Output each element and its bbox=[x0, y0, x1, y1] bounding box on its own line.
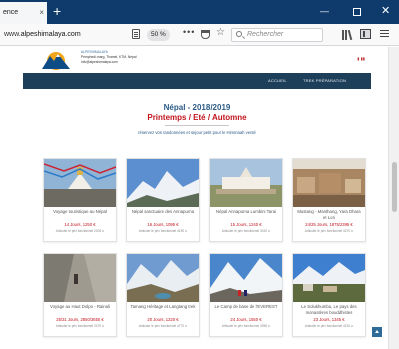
page-subtitle: Printemps / Eté / Automne bbox=[147, 113, 247, 122]
site-header: ALPESHIMALAYA Pemphedi-marg, Thamel, KTM… bbox=[23, 47, 371, 73]
trip-price: 25/31 Jours, 2850/3650 € bbox=[56, 317, 104, 322]
url-bar[interactable]: www.alpeshimalaya.com bbox=[4, 28, 81, 42]
trip-photo-lumbini[interactable] bbox=[210, 159, 282, 207]
trip-card[interactable]: Mustang - Manthang, Yara Dhara et Lori 2… bbox=[292, 158, 366, 242]
nav-item-trek-preparation[interactable]: TREK PRÉPARATION bbox=[303, 73, 346, 89]
contact-email[interactable]: info@alpeshimalaya.com bbox=[81, 60, 136, 65]
trip-card[interactable]: Voyage au Haut Dolpo - Rainali 25/31 Jou… bbox=[43, 253, 117, 337]
trip-price: 14 Jours, 1250 € bbox=[64, 222, 96, 227]
trip-card[interactable]: Le Camp de base de l'EVEREST 24 Jours, 1… bbox=[209, 253, 283, 337]
trip-price: 24/25 Jours, 1875/2395 € bbox=[305, 222, 353, 227]
web-page: ALPESHIMALAYA Pemphedi-marg, Thamel, KTM… bbox=[0, 47, 388, 349]
sidebar-icon[interactable] bbox=[360, 29, 371, 39]
search-input[interactable]: Rechercher bbox=[231, 28, 323, 42]
trip-card[interactable]: Tamang Héritage et Langtang trek 20 Jour… bbox=[126, 253, 200, 337]
trip-photo-annapurna[interactable] bbox=[127, 159, 199, 207]
scrollbar-thumb[interactable] bbox=[392, 162, 397, 212]
tab-close-icon[interactable]: × bbox=[39, 2, 44, 24]
trip-card[interactable]: Le Solukhumbu, Le pays des monastères bo… bbox=[292, 253, 366, 337]
divider bbox=[165, 125, 229, 126]
page-title: Népal - 2018/2019 bbox=[163, 103, 231, 112]
page-scrollbar[interactable] bbox=[388, 47, 399, 349]
minimize-icon[interactable]: — bbox=[320, 4, 329, 18]
trip-note: Articuler le prix fonctionnel 4270 •• bbox=[304, 229, 354, 233]
navigation-toolbar: www.alpeshimalaya.com 50 % ••• ☆ Recherc… bbox=[0, 24, 399, 46]
trip-note: Articuler le prix fonctionnel 2200 •• bbox=[55, 229, 105, 233]
trip-photo-everest[interactable] bbox=[210, 254, 282, 302]
trip-name[interactable]: Mustang - Manthang, Yara Dhara et Lori bbox=[295, 209, 363, 221]
trip-note: Articuler le prix fonctionnel 2470 •• bbox=[55, 324, 105, 328]
trip-note: Articuler le prix fonctionnel 4210 •• bbox=[304, 324, 354, 328]
trip-price: 23 Jours, 1345 € bbox=[313, 317, 345, 322]
trip-photo-mustang[interactable] bbox=[293, 159, 365, 207]
trip-photo-dolpo[interactable] bbox=[44, 254, 116, 302]
language-flags[interactable]: ▮ ▮▮ bbox=[357, 56, 365, 61]
trip-note: Articuler le prix fonctionnel 3310 •• bbox=[221, 229, 271, 233]
scroll-top-icon[interactable] bbox=[372, 327, 382, 337]
trip-price: 15 Jours, 1240 € bbox=[230, 222, 262, 227]
trip-name[interactable]: Népal Annapurna Lumbini Tarai bbox=[212, 209, 280, 221]
pocket-icon[interactable] bbox=[201, 30, 210, 39]
new-tab-plus-icon[interactable]: + bbox=[53, 3, 61, 19]
site-nav: ACCUEIL TREK PRÉPARATION bbox=[23, 73, 371, 89]
bookmark-star-icon[interactable]: ☆ bbox=[216, 27, 225, 38]
trip-name[interactable]: Le Solukhumbu, Le pays des monastères bo… bbox=[295, 304, 363, 316]
menu-icon[interactable] bbox=[380, 30, 389, 31]
maximize-icon[interactable] bbox=[353, 8, 361, 16]
trip-name[interactable]: Tamang Héritage et Langtang trek bbox=[129, 304, 197, 316]
trip-card[interactable]: Voyage touristique au Népal 14 Jours, 12… bbox=[43, 158, 117, 242]
url-prefix: www. bbox=[4, 31, 21, 38]
trip-price: 20 Jours, 1220 € bbox=[147, 317, 179, 322]
trip-photo-solukhumbu[interactable] bbox=[293, 254, 365, 302]
mountain-sun-logo-icon[interactable] bbox=[41, 48, 71, 70]
trip-note: Articuler le prix fonctionnel 4190 •• bbox=[138, 229, 188, 233]
window-titlebar: ence × + — ✕ bbox=[0, 0, 399, 24]
browser-tab[interactable]: ence × bbox=[0, 2, 47, 24]
contact-block: ALPESHIMALAYA Pemphedi-marg, Thamel, KTM… bbox=[81, 50, 136, 66]
trip-note: Articuler le prix fonctionnel 4770 •• bbox=[138, 324, 188, 328]
url-host: alpeshimalaya.com bbox=[20, 31, 81, 38]
trip-card[interactable]: Népal Annapurna Lumbini Tarai 15 Jours, … bbox=[209, 158, 283, 242]
search-placeholder: Rechercher bbox=[247, 31, 284, 38]
reader-view-icon[interactable] bbox=[132, 29, 140, 39]
zoom-level-badge[interactable]: 50 % bbox=[147, 29, 170, 41]
trip-price: 24 Jours, 1550 € bbox=[230, 317, 262, 322]
trip-name[interactable]: Le Camp de base de l'EVEREST bbox=[212, 304, 280, 316]
trip-name[interactable]: Voyage au Haut Dolpo - Rainali bbox=[46, 304, 114, 316]
intro-text: réservez vos randonnées et sejour petit … bbox=[138, 130, 256, 135]
tab-title: ence bbox=[3, 9, 19, 16]
trip-card[interactable]: Népal sanctuaire des Annapurna 16 Jours,… bbox=[126, 158, 200, 242]
library-icon[interactable] bbox=[342, 29, 353, 41]
nav-item-accueil[interactable]: ACCUEIL bbox=[268, 73, 287, 89]
trip-note: Articuler le prix fonctionnel 3950 •• bbox=[221, 324, 271, 328]
trip-photo-stupa[interactable] bbox=[44, 159, 116, 207]
trip-name[interactable]: Népal sanctuaire des Annapurna bbox=[129, 209, 197, 221]
window-close-icon[interactable]: ✕ bbox=[381, 4, 390, 18]
search-icon bbox=[236, 31, 242, 37]
page-actions-icon[interactable]: ••• bbox=[183, 27, 195, 37]
trip-photo-langtang[interactable] bbox=[127, 254, 199, 302]
trip-price: 16 Jours, 1095 € bbox=[147, 222, 179, 227]
trip-name[interactable]: Voyage touristique au Népal bbox=[46, 209, 114, 221]
